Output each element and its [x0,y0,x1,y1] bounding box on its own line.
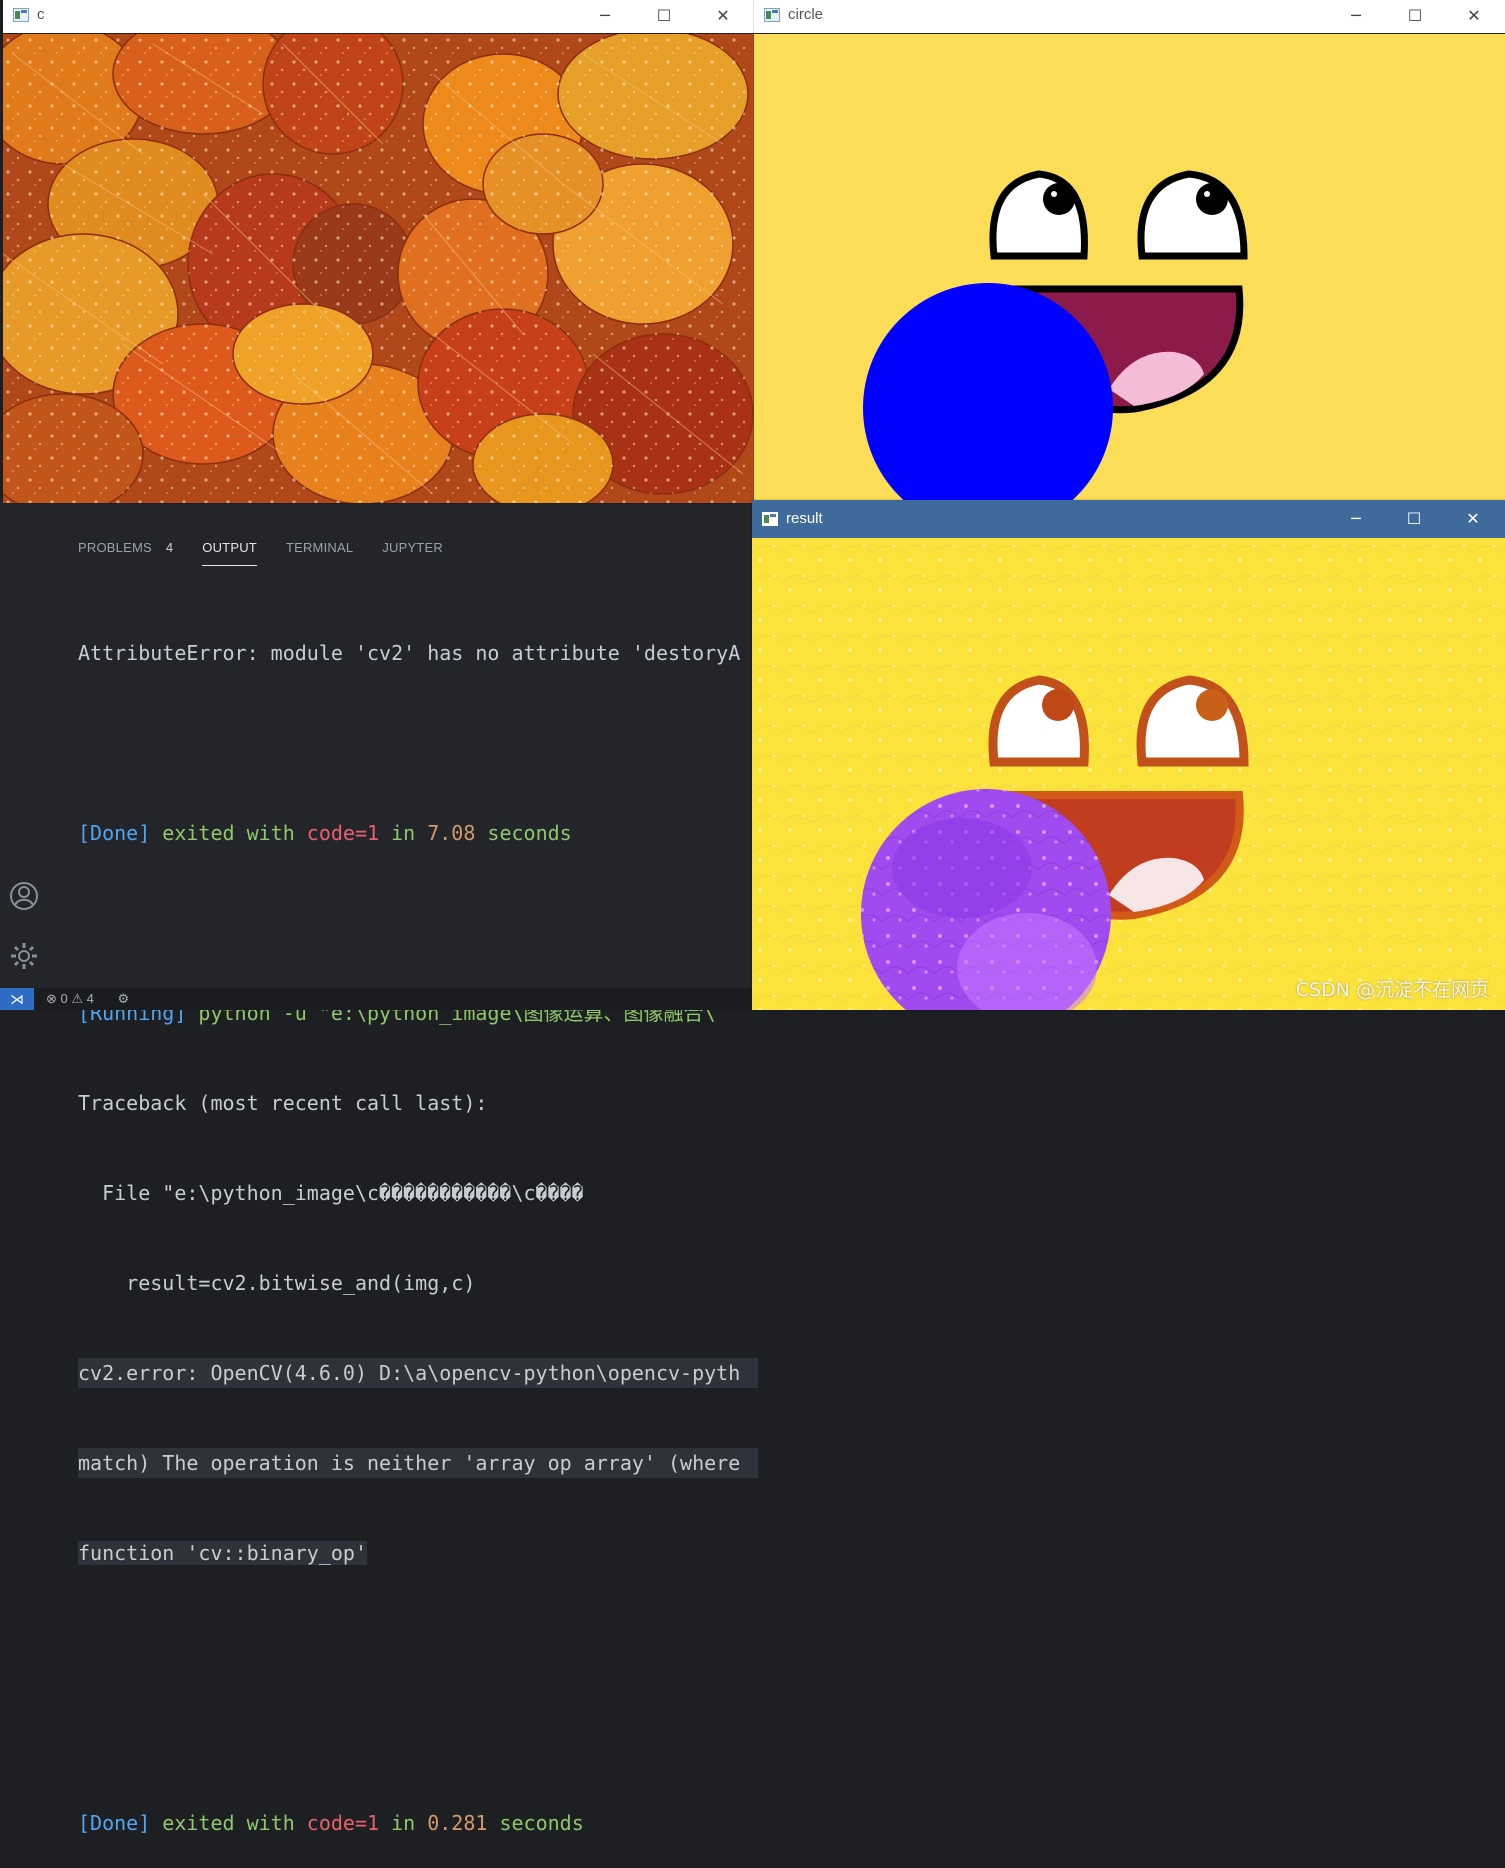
exit-code: code=1 [306,1811,380,1835]
output-blank-line [78,728,758,758]
tab-output[interactable]: OUTPUT [202,540,257,566]
panel-tabs: PROBLEMS 4 OUTPUT TERMINAL JUPYTER [78,540,472,566]
tab-terminal[interactable]: TERMINAL [286,540,353,566]
watermark: CSDN @沉淀不在网页 [1295,979,1489,1001]
window-title: result [786,510,823,527]
app-icon [13,8,29,22]
output-line: [Done] exited with code=1 in 0.281 secon… [78,1808,758,1838]
output-text: function 'cv::binary_op' [78,1541,367,1565]
done-tag: [Done] [78,821,151,845]
output-blank-line [78,1718,758,1748]
output-line: cv2.error: OpenCV(4.6.0) D:\a\opencv-pyt… [78,1358,758,1388]
leaves-image [3,13,754,503]
maximize-button[interactable]: ☐ [654,6,674,26]
maximize-button[interactable]: ☐ [1405,6,1425,26]
error-count: 0 [60,991,68,1006]
exit-code: code=1 [306,821,380,845]
window-title: c [37,6,45,23]
tab-problems-label: PROBLEMS [78,540,152,555]
close-button[interactable]: ✕ [713,6,733,26]
output-line: File "e:\python_image\c�����������\c���� [78,1181,584,1205]
app-icon [764,8,780,22]
smiley-image [754,34,1505,503]
warning-icon: ⚠ [71,991,84,1006]
tab-jupyter[interactable]: JUPYTER [382,540,443,566]
tab-problems[interactable]: PROBLEMS 4 [78,540,173,566]
titlebar[interactable]: circle ─ ☐ ✕ [754,0,1505,33]
maximize-button[interactable]: ☐ [1404,509,1424,529]
broadcast-icon[interactable]: ⚙ [118,991,130,1006]
output-line: Traceback (most recent call last): [78,1091,488,1115]
error-icon: ⊗ [46,991,57,1006]
output-blank-line [78,908,758,938]
output-text: exited with [150,1811,307,1835]
output-blank-line [78,1628,758,1658]
problems-count-badge: 4 [165,540,174,555]
account-icon[interactable] [8,880,40,912]
window-result[interactable]: result ─ ☐ ✕ CSDN @沉淀不在网页 [752,500,1505,1010]
window-circle[interactable]: circle ─ ☐ ✕ [754,0,1505,503]
warning-count: 4 [86,991,94,1006]
minimize-button[interactable]: ─ [1346,509,1366,529]
window-title: circle [788,6,824,23]
minimize-button[interactable]: ─ [595,6,615,26]
output-text: in [379,1811,428,1835]
elapsed-time: 7.08 [427,821,476,845]
close-button[interactable]: ✕ [1464,6,1484,26]
elapsed-time: 0.281 [427,1811,488,1835]
close-button[interactable]: ✕ [1463,509,1483,529]
done-tag: [Done] [78,1811,151,1835]
titlebar[interactable]: result ─ ☐ ✕ [752,500,1505,538]
output-line: [Done] exited with code=1 in 7.08 second… [78,818,758,848]
minimize-button[interactable]: ─ [1346,6,1366,26]
output-text: seconds [475,821,572,845]
titlebar[interactable]: c ─ ☐ ✕ [3,0,754,33]
output-text: in [379,821,428,845]
output-console: AttributeError: module 'cv2' has no attr… [78,578,758,1868]
activity-bar [0,500,48,990]
output-line: function 'cv::binary_op' [78,1538,758,1568]
output-text: seconds [487,1811,584,1835]
output-text: exited with [150,821,307,845]
output-line: match) The operation is neither 'array o… [78,1448,758,1478]
window-c[interactable]: c ─ ☐ ✕ [3,0,754,503]
output-line: result=cv2.bitwise_and(img,c) [78,1271,476,1295]
gear-icon[interactable] [8,940,40,972]
status-bar: ⋊ ⊗ 0 ⚠ 4 ⚙ [0,988,760,1010]
remote-icon[interactable]: ⋊ [0,988,34,1010]
bitwise-result-image: CSDN @沉淀不在网页 [752,538,1505,1010]
app-icon [762,512,778,526]
problems-status[interactable]: ⊗ 0 ⚠ 4 ⚙ [46,991,129,1007]
output-line: AttributeError: module 'cv2' has no attr… [78,641,741,665]
